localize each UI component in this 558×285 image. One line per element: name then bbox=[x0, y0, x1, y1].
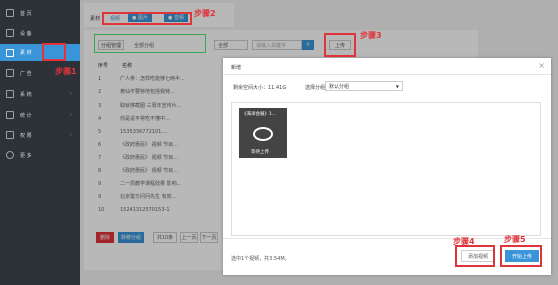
home-icon bbox=[6, 9, 14, 17]
grid-icon bbox=[6, 90, 14, 98]
close-icon[interactable]: × bbox=[538, 61, 545, 70]
sidebar-item-label: 统 计 bbox=[20, 112, 32, 119]
sidebar-item-stats[interactable]: 统 计 ‹ bbox=[0, 108, 80, 122]
plus-circle-icon bbox=[6, 151, 14, 159]
selection-summary: 选中1个视频，共3.54M。 bbox=[231, 256, 290, 262]
group-label: 选择分组 bbox=[305, 85, 326, 91]
upload-modal: 新增 × 剩余空间大小：11.41G 选择分组 默认分组 ▼ 《海洋会展》1...… bbox=[223, 58, 551, 275]
group-select-value: 默认分组 bbox=[329, 83, 350, 90]
sidebar-item-system[interactable]: 系 统 ‹ bbox=[0, 87, 80, 101]
sidebar-item-label: 首 页 bbox=[20, 10, 32, 17]
step1-highlight bbox=[42, 43, 66, 61]
sidebar-item-label: 素 材 bbox=[20, 50, 32, 56]
step2-label: 步骤2 bbox=[194, 9, 216, 18]
sidebar-item-more[interactable]: 更 多 bbox=[0, 148, 80, 162]
step5-label: 步骤5 bbox=[504, 235, 526, 244]
step1-label: 步骤1 bbox=[55, 67, 77, 76]
space-label: 剩余空间大小：11.41G bbox=[233, 85, 287, 91]
step3-label: 步骤3 bbox=[360, 31, 382, 40]
video-caption: 《海洋会展》1... bbox=[242, 112, 277, 117]
modal-title: 新增 bbox=[231, 65, 242, 71]
step4-highlight bbox=[455, 245, 495, 267]
sidebar-item-devices[interactable]: 设 备 bbox=[0, 26, 80, 40]
sidebar-item-label: 权 限 bbox=[20, 132, 32, 139]
sidebar-item-label: 设 备 bbox=[20, 30, 32, 37]
chart-icon bbox=[6, 111, 14, 119]
sidebar-item-label: 更 多 bbox=[20, 152, 32, 159]
calendar-icon bbox=[6, 69, 14, 77]
group-select[interactable]: 默认分组 ▼ bbox=[325, 81, 403, 91]
media-icon bbox=[6, 48, 14, 57]
caret-down-icon: ▼ bbox=[395, 83, 399, 89]
step5-highlight bbox=[500, 245, 542, 267]
user-icon bbox=[6, 131, 14, 139]
sidebar-item-permission[interactable]: 权 限 ‹ bbox=[0, 128, 80, 142]
step4-label: 步骤4 bbox=[453, 237, 475, 246]
step2-highlight bbox=[102, 12, 192, 25]
sidebar-item-label: 系 统 bbox=[20, 91, 32, 98]
video-status: 等待上传 bbox=[251, 150, 269, 155]
filter-highlight bbox=[94, 34, 206, 53]
divider bbox=[223, 74, 551, 75]
sidebar: 首 页 设 备 素 材 广 告 ‹ 系 统 ‹ 统 计 ‹ 权 限 ‹ 更 多 bbox=[0, 0, 80, 285]
sidebar-item-materials[interactable]: 素 材 bbox=[0, 44, 80, 61]
chevron-left-icon: ‹ bbox=[70, 91, 72, 97]
video-thumbnail[interactable]: 《海洋会展》1... 等待上传 bbox=[239, 108, 287, 158]
sidebar-item-home[interactable]: 首 页 bbox=[0, 6, 80, 20]
monitor-icon bbox=[6, 29, 14, 37]
step3-highlight bbox=[324, 33, 356, 57]
divider bbox=[223, 238, 551, 239]
video-camera-icon bbox=[253, 127, 273, 141]
chevron-left-icon: ‹ bbox=[70, 112, 72, 118]
chevron-left-icon: ‹ bbox=[70, 132, 72, 138]
sidebar-item-label: 广 告 bbox=[20, 70, 32, 77]
